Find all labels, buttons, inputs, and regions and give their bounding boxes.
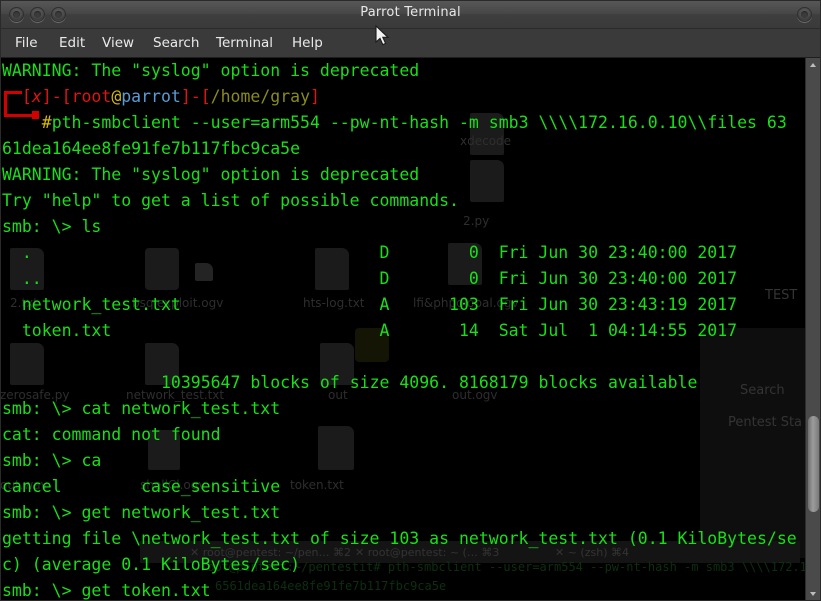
terminal-line: Try "help" to get a list of possible com… [2, 188, 807, 214]
terminal-text-span: Try "help" to get a list of possible com… [2, 191, 459, 210]
title-bar: Parrot Terminal [0, 0, 821, 29]
terminal-text-span: smb: \> get token.txt [2, 581, 211, 600]
terminal-line: token.txt A 14 Sat Jul 1 04:14:55 2017 [2, 318, 807, 344]
terminal-text-span: parrot [121, 87, 181, 106]
terminal-line: 10395647 blocks of size 4096. 8168179 bl… [2, 370, 807, 396]
menu-item-view[interactable]: View [99, 34, 137, 52]
terminal-text-span: ] [41, 87, 52, 106]
terminal-line: smb: \> ls [2, 214, 807, 240]
terminal-text-span: cat: command not found [2, 425, 221, 444]
terminal-screen: WARNING: The "syslog" option is deprecat… [0, 58, 807, 601]
terminal-line: smb: \> cat network_test.txt [2, 396, 807, 422]
terminal-line: cat: command not found [2, 422, 807, 448]
terminal-text-span: - [51, 87, 62, 106]
terminal-text-span: smb: \> cat network_test.txt [2, 399, 281, 418]
terminal-text-span: ] [310, 87, 320, 106]
menu-item-search[interactable]: Search [150, 34, 202, 52]
terminal-line: smb: \> get token.txt [2, 578, 807, 601]
scroll-up-arrow-icon[interactable] [806, 58, 821, 72]
terminal-text-span: network_test.txt A 103 Fri Jun 30 23:43:… [2, 295, 738, 314]
terminal-text-span: /home/gray [210, 87, 311, 106]
vertical-scrollbar[interactable] [805, 58, 821, 601]
terminal-text-span: @ [111, 87, 122, 106]
terminal-text-span: cancel case_sensitive [2, 477, 281, 496]
terminal-line: smb: \> get network_test.txt [2, 500, 807, 526]
terminal-text-span: .. D 0 Fri Jun 30 23:40:00 2017 [2, 269, 738, 288]
terminal-text-span: smb: \> get network_test.txt [2, 503, 281, 522]
terminal-output-area[interactable]: Search Pentest Sta TEST ✕ root@pentest: … [0, 58, 821, 601]
terminal-window: Parrot Terminal File Edit View Search Termin… [0, 0, 821, 601]
scroll-down-arrow-icon[interactable] [806, 587, 821, 601]
terminal-line: WARNING: The "syslog" option is deprecat… [2, 58, 807, 84]
terminal-line: network_test.txt A 103 Fri Jun 30 23:43:… [2, 292, 807, 318]
terminal-text-span: WARNING: The "syslog" option is deprecat… [2, 165, 420, 184]
terminal-text-span: [ [200, 87, 211, 106]
menu-item-help[interactable]: Help [289, 34, 326, 52]
terminal-text-span: c) (average 0.1 KiloBytes/sec) [2, 555, 301, 574]
menu-bar: File Edit View Search Terminal Help [0, 29, 821, 58]
terminal-text-span: getting file \network_test.txt of size 1… [2, 529, 797, 548]
terminal-text-span: pth-smbclient --user=arm554 --pw-nt-hash… [51, 113, 787, 132]
terminal-line: . D 0 Fri Jun 30 23:40:00 2017 [2, 240, 807, 266]
window-title: Parrot Terminal [360, 5, 461, 20]
terminal-text-span: - [190, 87, 201, 106]
terminal-text-span: . D 0 Fri Jun 30 23:40:00 2017 [2, 243, 738, 262]
terminal-text-span: WARNING: The "syslog" option is deprecat… [2, 61, 420, 80]
terminal-line: cancel case_sensitive [2, 474, 807, 500]
terminal-line: #pth-smbclient --user=arm554 --pw-nt-has… [2, 110, 807, 136]
terminal-text-span: 10395647 blocks of size 4096. 8168179 bl… [2, 373, 698, 392]
terminal-line: [x]-[root@parrot]-[/home/gray] [2, 84, 807, 110]
terminal-text-span: token.txt A 14 Sat Jul 1 04:14:55 2017 [2, 321, 738, 340]
terminal-line: 61dea164ee8fe91fe7b117fbc9ca5e [2, 136, 807, 162]
terminal-line: getting file \network_test.txt of size 1… [2, 526, 807, 552]
terminal-text-span: 61dea164ee8fe91fe7b117fbc9ca5e [2, 139, 301, 158]
scrollbar-thumb[interactable] [808, 415, 819, 512]
menu-item-edit[interactable]: Edit [56, 34, 88, 52]
terminal-line: smb: \> ca [2, 448, 807, 474]
terminal-text-span: smb: \> ls [2, 217, 102, 236]
terminal-text-span: root [71, 87, 112, 106]
terminal-line: WARNING: The "syslog" option is deprecat… [2, 162, 807, 188]
terminal-line: .. D 0 Fri Jun 30 23:40:00 2017 [2, 266, 807, 292]
terminal-line: c) (average 0.1 KiloBytes/sec) [2, 552, 807, 578]
terminal-text-span [2, 113, 42, 132]
terminal-text-span: ] [180, 87, 191, 106]
terminal-text-span: # [41, 113, 52, 132]
terminal-text-span: smb: \> ca [2, 451, 102, 470]
terminal-text-span: [ [61, 87, 72, 106]
menu-item-terminal[interactable]: Terminal [213, 34, 276, 52]
menu-item-file[interactable]: File [12, 34, 41, 52]
terminal-text-span: x [31, 87, 42, 106]
terminal-text-span: [ [21, 87, 32, 106]
terminal-text-span [2, 87, 22, 106]
